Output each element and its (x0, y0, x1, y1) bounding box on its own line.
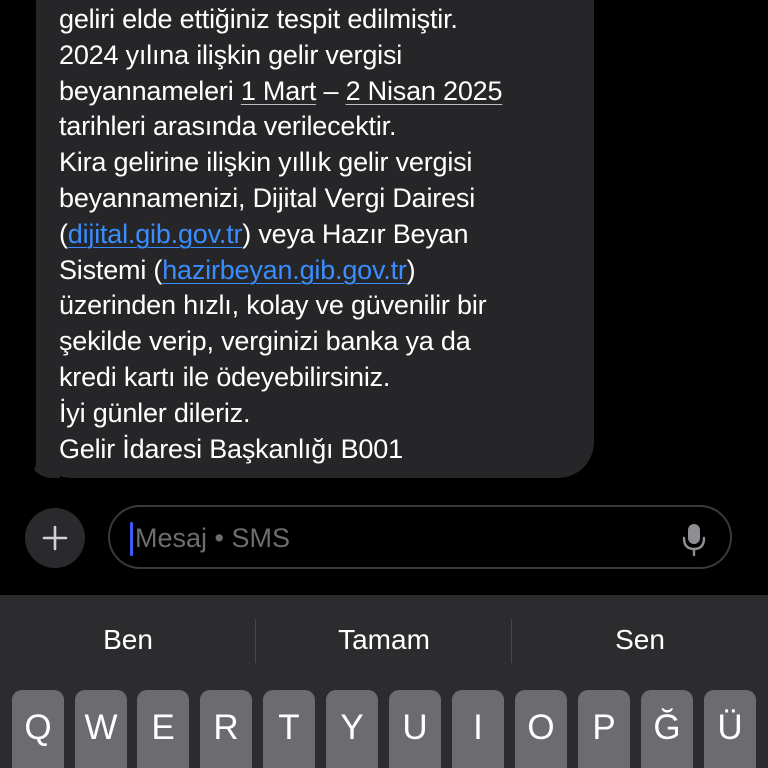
messages-screen: geliri elde ettiğiniz tespit edilmiştir.… (0, 0, 768, 768)
message-text-segment: beyannameleri (59, 75, 241, 106)
message-text-segment: Sistemi ( (59, 254, 163, 285)
message-text-segment: beyannamenizi, Dijital Vergi Dairesi (59, 182, 475, 213)
message-text-segment: ) veya Hazır Beyan (242, 218, 469, 249)
suggestion-1[interactable]: Ben (0, 620, 256, 660)
message-text-segment: İyi günler dileriz. (59, 397, 251, 428)
message-text-segment: üzerinden hızlı, kolay ve güvenilir bir (59, 290, 487, 321)
message-text-segment: 2024 yılına ilişkin gelir vergisi (59, 39, 403, 70)
microphone-icon[interactable] (682, 523, 706, 557)
message-text-segment: – (316, 75, 346, 106)
suggestion-2[interactable]: Tamam (256, 620, 512, 660)
message-line: kredi kartı ile ödeyebilirsiniz. (59, 360, 589, 396)
message-line: geliri elde ettiğiniz tespit edilmiştir. (59, 2, 589, 38)
message-line: Sistemi (hazirbeyan.gib.gov.tr) (59, 253, 589, 289)
message-line: beyannamenizi, Dijital Vergi Dairesi (59, 181, 589, 217)
message-text-segment: ) (406, 254, 416, 285)
key-w[interactable]: W (75, 690, 127, 768)
message-text-segment: kredi kartı ile ödeyebilirsiniz. (59, 361, 391, 392)
key-i[interactable]: I (452, 690, 504, 768)
key-o[interactable]: O (515, 690, 567, 768)
message-line: şekilde verip, verginizi banka ya da (59, 324, 589, 360)
key-q[interactable]: Q (12, 690, 64, 768)
message-line: İyi günler dileriz. (59, 396, 589, 432)
message-input-placeholder: Mesaj • SMS (135, 523, 290, 553)
key-e[interactable]: E (137, 690, 189, 768)
message-line: beyannameleri 1 Mart – 2 Nisan 2025 (59, 74, 589, 110)
message-line: 2024 yılına ilişkin gelir vergisi (59, 38, 589, 74)
keyboard: Ben Tamam Sen Q W E R T Y U I O P Ğ Ü (0, 595, 768, 768)
suggestion-3[interactable]: Sen (512, 620, 768, 660)
key-u-umlaut[interactable]: Ü (704, 690, 756, 768)
key-p[interactable]: P (578, 690, 630, 768)
message-line: tarihleri arasında verilecektir. (59, 109, 589, 145)
message-date-link[interactable]: 1 Mart (241, 76, 317, 106)
message-text-segment: Kira gelirine ilişkin yıllık gelir vergi… (59, 147, 473, 178)
key-r[interactable]: R (200, 690, 252, 768)
message-link[interactable]: hazirbeyan.gib.gov.tr (162, 255, 407, 285)
message-text-segment: şekilde verip, verginizi banka ya da (59, 326, 471, 357)
text-caret (130, 522, 133, 556)
message-line: (dijital.gib.gov.tr) veya Hazır Beyan (59, 217, 589, 253)
key-t[interactable]: T (263, 690, 315, 768)
message-text-segment: tarihleri arasında verilecektir. (59, 111, 397, 142)
message-link[interactable]: dijital.gib.gov.tr (68, 219, 243, 249)
message-text-segment: geliri elde ettiğiniz tespit edilmiştir. (59, 4, 458, 34)
message-input[interactable]: Mesaj • SMS (108, 505, 732, 569)
add-attachment-button[interactable] (25, 508, 85, 568)
message-date-link[interactable]: 2 Nisan 2025 (346, 76, 503, 106)
key-y[interactable]: Y (326, 690, 378, 768)
message-line: Gelir İdaresi Başkanlığı B001 (59, 432, 589, 468)
message-text-segment: ( (59, 218, 68, 249)
message-line: üzerinden hızlı, kolay ve güvenilir bir (59, 288, 589, 324)
key-u[interactable]: U (389, 690, 441, 768)
message-text-segment: Gelir İdaresi Başkanlığı B001 (59, 433, 403, 464)
plus-icon (42, 525, 68, 551)
key-g-breve[interactable]: Ğ (641, 690, 693, 768)
message-line: Kira gelirine ilişkin yıllık gelir vergi… (59, 145, 589, 181)
message-text: geliri elde ettiğiniz tespit edilmiştir.… (59, 2, 589, 467)
